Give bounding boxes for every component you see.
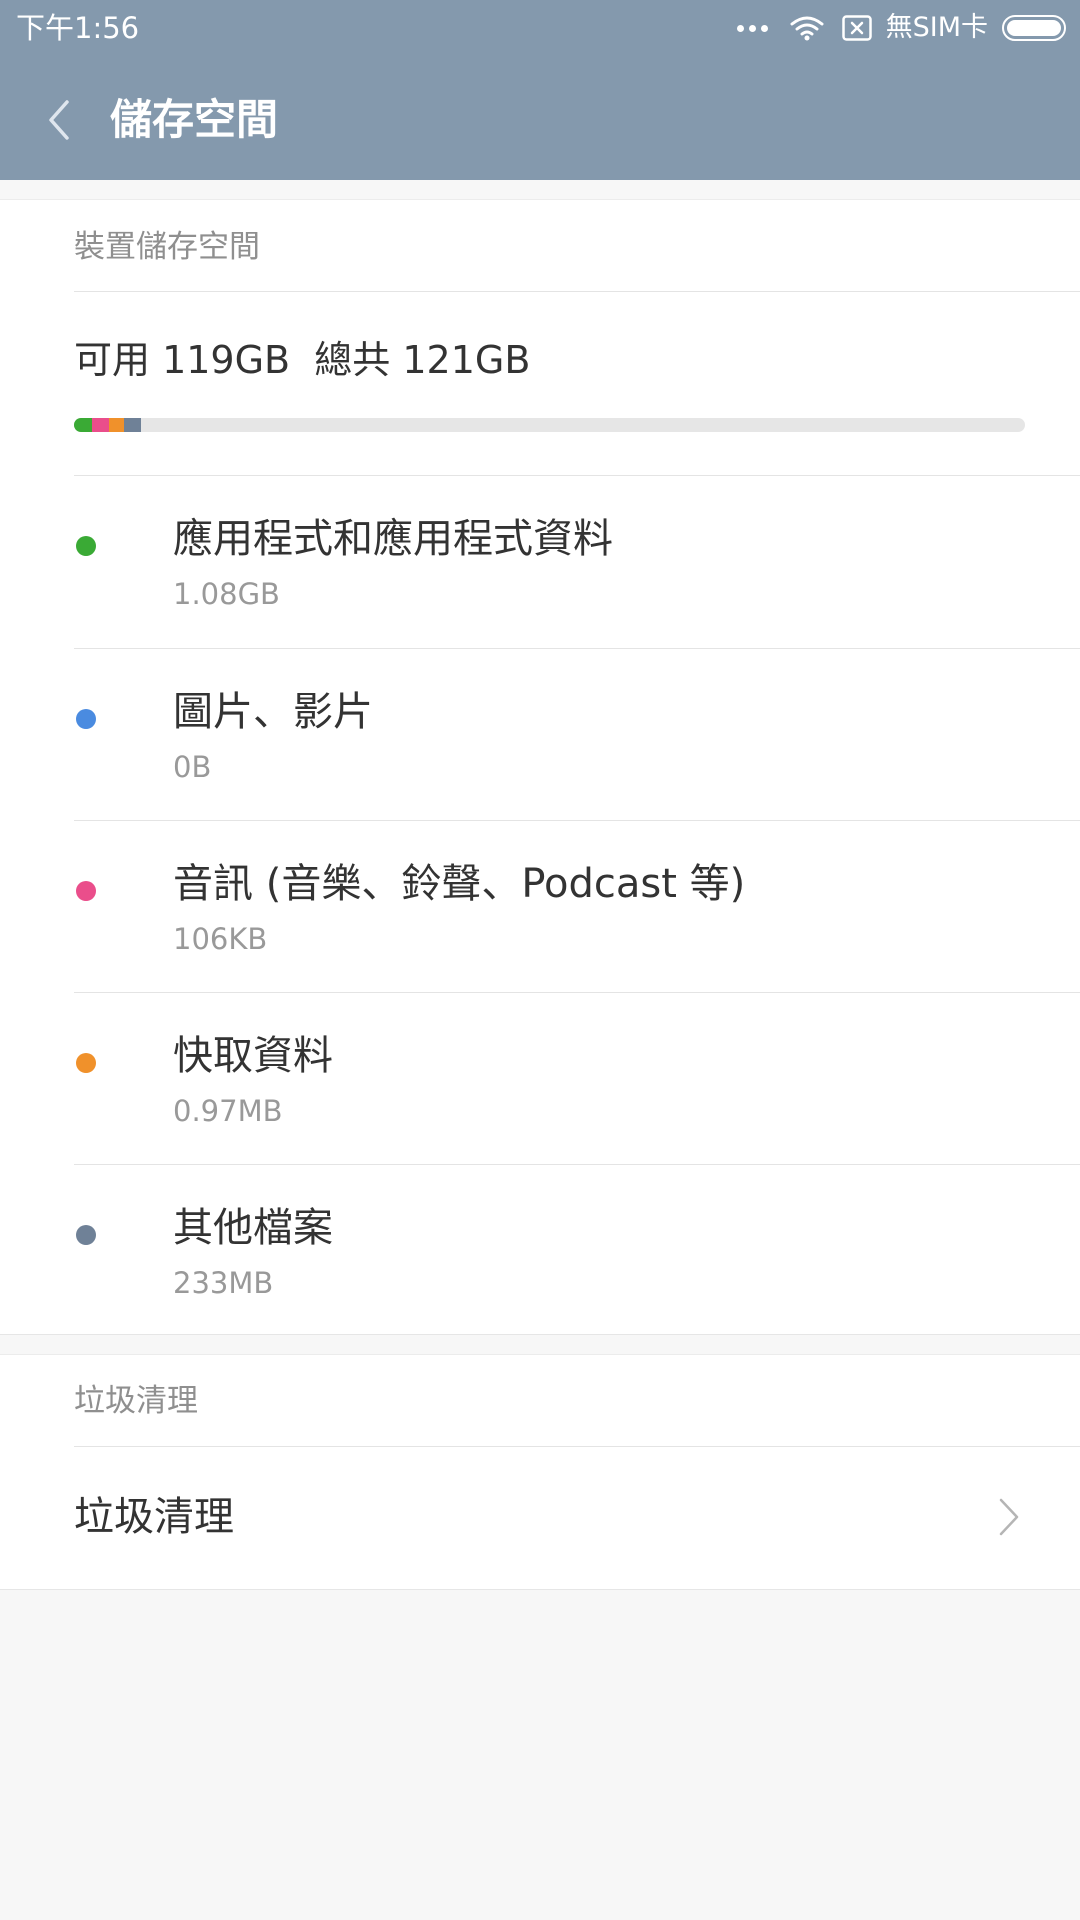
chevron-right-icon <box>999 1498 1019 1536</box>
device-storage-card: 裝置儲存空間 可用 119GB 總共 121GB 應用程式和應用程式資料 1.0… <box>0 199 1080 1335</box>
storage-summary: 可用 119GB 總共 121GB <box>74 338 531 382</box>
usage-segment-other <box>124 418 141 432</box>
category-size: 233MB <box>173 1266 274 1300</box>
category-label: 應用程式和應用程式資料 <box>173 516 613 562</box>
cleanup-card: 垃圾清理 垃圾清理 <box>0 1354 1080 1590</box>
more-dots-icon <box>736 24 768 32</box>
status-icons: 無SIM卡 <box>736 10 1066 46</box>
category-images-videos[interactable]: 圖片、影片 0B <box>0 649 1080 821</box>
category-size: 0B <box>173 750 212 784</box>
usage-segment-cache <box>109 418 124 432</box>
category-size: 106KB <box>173 922 268 956</box>
section-header-cleanup: 垃圾清理 <box>74 1383 198 1419</box>
top-bar: 下午1:56 無SIM卡 儲存空間 <box>0 0 1080 180</box>
page-title: 儲存空間 <box>110 95 279 144</box>
usage-segment-audio <box>92 418 109 432</box>
cleanup-row[interactable]: 垃圾清理 <box>0 1447 1080 1590</box>
no-sim-icon <box>841 15 872 41</box>
divider <box>74 291 1080 292</box>
category-size: 0.97MB <box>173 1094 283 1128</box>
category-label: 其他檔案 <box>173 1205 333 1251</box>
battery-icon <box>1002 15 1066 41</box>
section-header-device-storage: 裝置儲存空間 <box>74 229 260 265</box>
category-size: 1.08GB <box>173 577 280 611</box>
chevron-left-icon <box>49 100 69 140</box>
storage-screen: 下午1:56 無SIM卡 儲存空間 裝置儲存空間 可用 119GB 總共 121… <box>0 0 1080 1920</box>
category-dot <box>76 881 96 901</box>
category-apps[interactable]: 應用程式和應用程式資料 1.08GB <box>0 476 1080 648</box>
category-other-files[interactable]: 其他檔案 233MB <box>0 1165 1080 1337</box>
storage-usage-bar <box>74 418 1025 432</box>
category-dot <box>76 536 96 556</box>
category-dot <box>76 1053 96 1073</box>
category-label: 快取資料 <box>173 1033 333 1079</box>
category-dot <box>76 1225 96 1245</box>
usage-segment-apps <box>74 418 92 432</box>
wifi-icon <box>790 16 824 41</box>
category-audio[interactable]: 音訊 (音樂、鈴聲、Podcast 等) 106KB <box>0 821 1080 993</box>
category-label: 音訊 (音樂、鈴聲、Podcast 等) <box>173 861 746 907</box>
status-time: 下午1:56 <box>16 11 140 45</box>
category-cache[interactable]: 快取資料 0.97MB <box>0 993 1080 1165</box>
category-label: 圖片、影片 <box>173 689 373 735</box>
category-dot <box>76 709 96 729</box>
back-button[interactable] <box>30 88 86 152</box>
cleanup-label: 垃圾清理 <box>74 1494 234 1540</box>
sim-status-text: 無SIM卡 <box>885 12 988 43</box>
